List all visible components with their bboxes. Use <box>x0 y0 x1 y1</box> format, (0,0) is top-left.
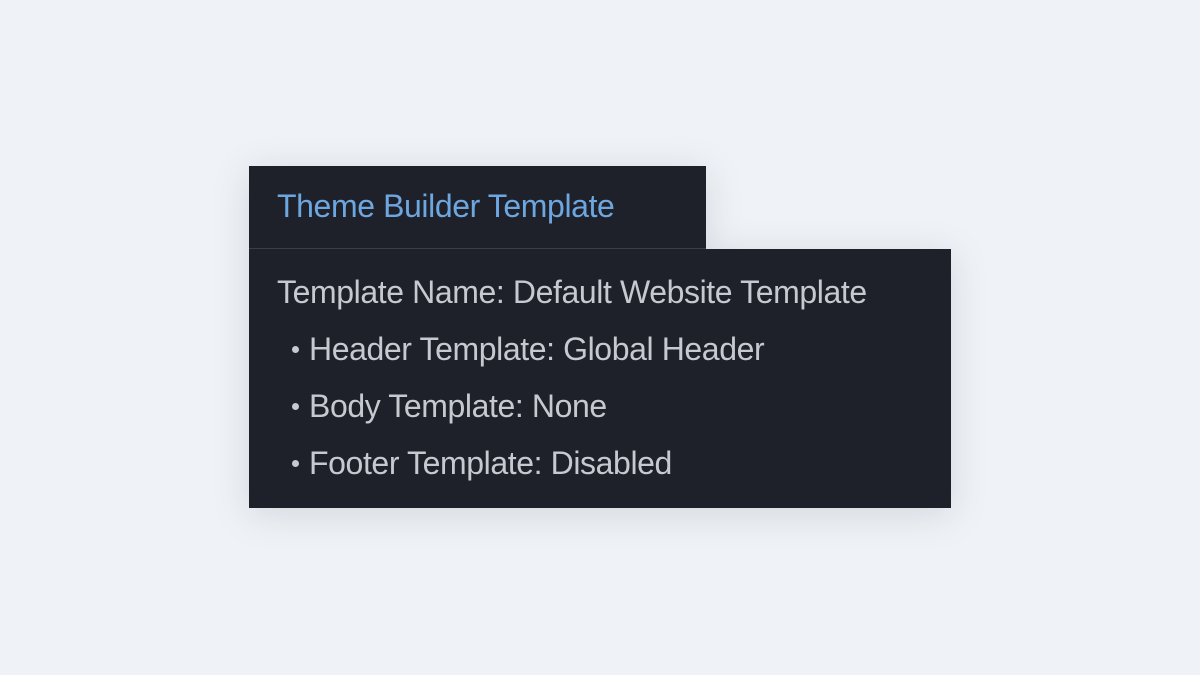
template-name-value: Default Website Template <box>512 274 867 310</box>
tooltip-body: Template Name: Default Website Template … <box>249 249 951 508</box>
tooltip-title: Theme Builder Template <box>277 187 615 224</box>
list-item-header-template: Header Template: Global Header <box>277 328 951 385</box>
item-label: Body Template: <box>309 388 524 424</box>
theme-builder-tooltip: Theme Builder Template Template Name: De… <box>249 166 951 508</box>
bullet-icon <box>292 460 299 468</box>
page: Theme Builder Template Template Name: De… <box>0 0 1200 675</box>
item-value: None <box>531 388 607 424</box>
bullet-icon <box>292 346 299 354</box>
template-name-label: Template Name: <box>277 274 505 310</box>
item-label: Footer Template: <box>309 445 543 481</box>
tooltip-header: Theme Builder Template <box>249 166 706 249</box>
list-item-footer-template: Footer Template: Disabled <box>277 442 951 499</box>
list-item-body-template: Body Template: None <box>277 385 951 442</box>
bullet-icon <box>292 403 299 411</box>
template-name-row: Template Name: Default Website Template <box>277 271 951 328</box>
item-value: Global Header <box>563 331 765 367</box>
item-label: Header Template: <box>309 331 555 367</box>
item-value: Disabled <box>550 445 673 481</box>
